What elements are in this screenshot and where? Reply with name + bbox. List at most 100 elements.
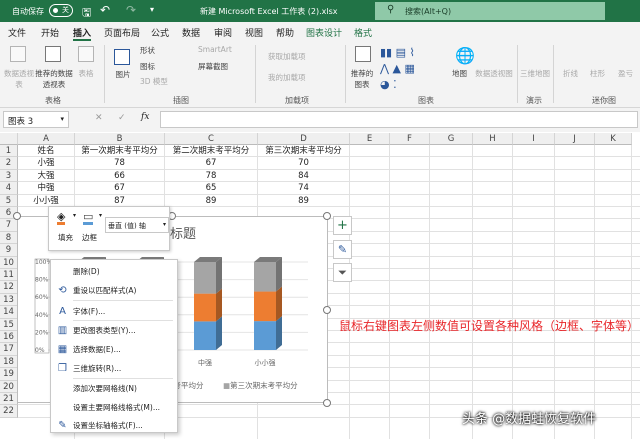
- tab-help[interactable]: 帮助: [276, 26, 294, 39]
- table-cell[interactable]: 67: [75, 182, 164, 194]
- row-header[interactable]: 21: [0, 393, 18, 406]
- column-header[interactable]: H: [473, 133, 513, 145]
- tab-format[interactable]: 格式: [354, 26, 372, 39]
- table-cell[interactable]: 姓名: [18, 145, 74, 157]
- row-header[interactable]: 16: [0, 331, 18, 344]
- table-cell[interactable]: 大强: [18, 170, 74, 182]
- pictures-button[interactable]: 图片: [112, 69, 134, 80]
- fill-icon[interactable]: ◈: [57, 211, 66, 225]
- pivot-table-button[interactable]: 数据透视表: [2, 68, 36, 90]
- column-header[interactable]: D: [258, 133, 350, 145]
- column-header[interactable]: E: [350, 133, 390, 145]
- row-header[interactable]: 7: [0, 219, 18, 232]
- row-header[interactable]: 12: [0, 281, 18, 294]
- table-cell[interactable]: 67: [165, 157, 257, 169]
- menu-item[interactable]: 删除(D): [51, 262, 177, 281]
- table-cell[interactable]: 87: [75, 195, 164, 207]
- table-cell[interactable]: 小小强: [18, 195, 74, 207]
- tab-insert[interactable]: 插入: [73, 26, 92, 41]
- recommended-pivot-button[interactable]: 推荐的数据透视表: [33, 68, 75, 90]
- tab-data[interactable]: 数据: [182, 26, 200, 39]
- menu-item[interactable]: A 字体(F)...: [51, 302, 177, 321]
- table-cell[interactable]: 78: [75, 157, 164, 169]
- border-icon[interactable]: ▭: [83, 211, 94, 225]
- column-header[interactable]: B: [75, 133, 165, 145]
- tab-view[interactable]: 视图: [245, 26, 263, 39]
- file-name[interactable]: 新建 Microsoft Excel 工作表 (2).xlsx: [200, 6, 338, 17]
- resize-handle[interactable]: [323, 306, 331, 314]
- maps-button[interactable]: 地图: [452, 68, 467, 79]
- row-header[interactable]: 2: [0, 157, 18, 170]
- shapes-button[interactable]: 形状: [140, 45, 155, 56]
- row-header[interactable]: 22: [0, 405, 18, 418]
- autosave-toggle[interactable]: 关: [49, 4, 73, 17]
- row-header[interactable]: 5: [0, 194, 18, 207]
- table-cell[interactable]: 89: [258, 195, 349, 207]
- column-header[interactable]: A: [18, 133, 75, 145]
- smartart-button[interactable]: SmartArt: [198, 45, 232, 54]
- chart-elements-button[interactable]: +: [333, 216, 352, 235]
- tab-page-layout[interactable]: 页面布局: [104, 26, 140, 39]
- sparkline-winloss-button[interactable]: 盈亏: [618, 68, 633, 79]
- tab-formulas[interactable]: 公式: [151, 26, 169, 39]
- table-cell[interactable]: 84: [258, 170, 349, 182]
- table-button[interactable]: 表格: [75, 68, 97, 79]
- redo-icon[interactable]: ↷: [126, 3, 136, 17]
- table-cell[interactable]: 70: [258, 157, 349, 169]
- tab-home[interactable]: 开始: [41, 26, 59, 39]
- table-cell[interactable]: 小强: [18, 157, 74, 169]
- resize-handle[interactable]: [323, 399, 331, 407]
- 3d-models-button[interactable]: 3D 模型: [140, 76, 168, 87]
- name-box[interactable]: 图表 3 ▾: [3, 111, 69, 128]
- column-header[interactable]: J: [555, 133, 595, 145]
- row-header[interactable]: 14: [0, 306, 18, 319]
- menu-item[interactable]: ⟲ 重设以匹配样式(A): [51, 281, 177, 300]
- table-cell[interactable]: 第二次期末考平均分: [165, 145, 257, 157]
- menu-item[interactable]: 设置主要网格线格式(M)...: [51, 398, 177, 417]
- tab-file[interactable]: 文件: [8, 26, 26, 39]
- row-header[interactable]: 17: [0, 343, 18, 356]
- undo-icon[interactable]: ↶: [100, 3, 110, 17]
- table-cell[interactable]: 第一次期末考平均分: [75, 145, 164, 157]
- column-header[interactable]: K: [595, 133, 632, 145]
- sparkline-column-button[interactable]: 柱形: [590, 68, 605, 79]
- row-header[interactable]: 9: [0, 244, 18, 257]
- row-header[interactable]: 1: [0, 145, 18, 158]
- row-header[interactable]: 4: [0, 182, 18, 195]
- table-cell[interactable]: 中强: [18, 182, 74, 194]
- get-addins-button[interactable]: 获取加载项: [268, 51, 306, 62]
- row-header[interactable]: 8: [0, 231, 18, 245]
- table-cell[interactable]: 89: [165, 195, 257, 207]
- search-box[interactable]: ⚲ 搜索(Alt+Q): [375, 2, 605, 20]
- enter-icon[interactable]: ✓: [118, 113, 126, 123]
- column-header[interactable]: F: [390, 133, 430, 145]
- table-cell[interactable]: 78: [165, 170, 257, 182]
- column-header[interactable]: C: [165, 133, 258, 145]
- recommended-charts-button[interactable]: 推荐的图表: [350, 68, 374, 90]
- column-header[interactable]: I: [513, 133, 555, 145]
- icons-button[interactable]: 图标: [140, 61, 155, 72]
- column-header[interactable]: G: [430, 133, 473, 145]
- chevron-down-icon[interactable]: ▾: [73, 212, 76, 219]
- tab-chart-design[interactable]: 图表设计: [306, 26, 342, 39]
- tab-review[interactable]: 审阅: [214, 26, 232, 39]
- qat-dropdown-icon[interactable]: ▾: [150, 5, 154, 14]
- insert-function-icon[interactable]: fx: [141, 112, 149, 122]
- chart-element-select[interactable]: 垂直 (值) 轴 ▾: [105, 217, 169, 233]
- row-header[interactable]: 20: [0, 380, 18, 393]
- formula-input[interactable]: [160, 111, 638, 128]
- table-cell[interactable]: 65: [165, 182, 257, 194]
- row-header[interactable]: 18: [0, 355, 18, 369]
- menu-item[interactable]: 添加次要网格线(N): [51, 379, 177, 398]
- table-cell[interactable]: 第三次期末考平均分: [258, 145, 349, 157]
- row-header[interactable]: 19: [0, 368, 18, 381]
- menu-item[interactable]: ▦ 选择数据(E)...: [51, 340, 177, 359]
- menu-item[interactable]: ▥ 更改图表类型(Y)...: [51, 321, 177, 340]
- select-all-button[interactable]: [0, 133, 18, 145]
- row-header[interactable]: 15: [0, 318, 18, 331]
- chevron-down-icon[interactable]: ▾: [99, 212, 102, 219]
- row-header[interactable]: 11: [0, 269, 18, 282]
- chart-styles-button[interactable]: ✎: [333, 240, 352, 259]
- row-header[interactable]: 10: [0, 256, 18, 269]
- menu-item[interactable]: ❒ 三维旋转(R)...: [51, 359, 177, 378]
